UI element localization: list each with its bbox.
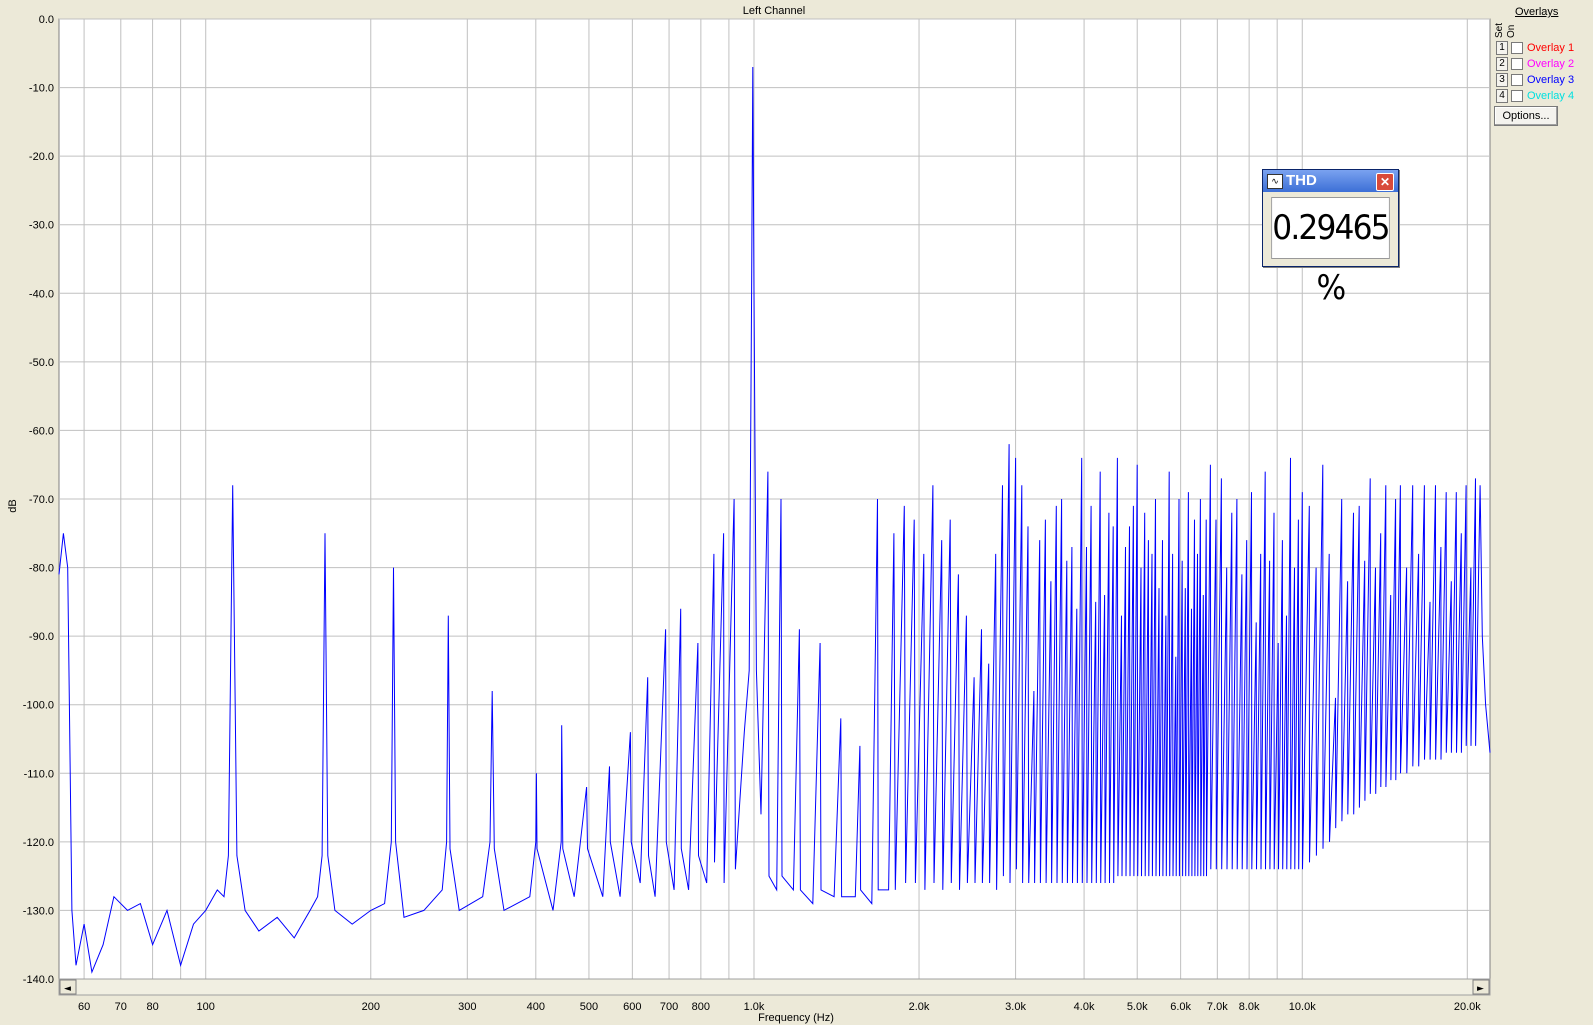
x-tick-label: 70: [115, 1001, 127, 1013]
options-button[interactable]: Options...: [1494, 106, 1558, 126]
x-tick-label: 800: [692, 1001, 710, 1013]
y-axis-label: dB: [7, 499, 19, 512]
waveform-icon: ∿: [1267, 174, 1283, 189]
overlay-row-2: 2 Overlay 2: [1496, 56, 1574, 71]
y-tick-label: -80.0: [29, 563, 54, 575]
overlay-on-checkbox-1[interactable]: [1511, 41, 1523, 54]
x-tick-label: 2.0k: [909, 1001, 930, 1013]
x-tick-label: 500: [580, 1001, 598, 1013]
thd-titlebar[interactable]: ∿ THD ✕: [1263, 170, 1398, 192]
y-tick-label: -70.0: [29, 494, 54, 506]
x-tick-label: 6.0k: [1170, 1001, 1191, 1013]
overlay-on-checkbox-2[interactable]: [1511, 57, 1523, 70]
y-tick-label: -30.0: [29, 220, 54, 232]
thd-title: THD: [1286, 172, 1317, 189]
overlays-set-header: Set: [1494, 22, 1505, 38]
x-axis-label: Frequency (Hz): [758, 1012, 834, 1024]
overlay-on-checkbox-4[interactable]: [1511, 89, 1523, 102]
overlay-set-button-1[interactable]: 1: [1496, 40, 1508, 55]
x-tick-label: 60: [78, 1001, 90, 1013]
y-tick-label: -50.0: [29, 357, 54, 369]
y-tick-label: -60.0: [29, 425, 54, 437]
y-tick-label: -110.0: [24, 768, 54, 780]
overlay-set-button-4[interactable]: 4: [1496, 88, 1508, 103]
overlays-panel: Overlays Set On 1 Overlay 1 2 Overlay 2 …: [1490, 0, 1593, 1025]
overlay-row-1: 1 Overlay 1: [1496, 40, 1574, 55]
overlay-label-4: Overlay 4: [1527, 89, 1575, 102]
x-tick-label: 4.0k: [1074, 1001, 1095, 1013]
overlay-on-checkbox-3[interactable]: [1511, 73, 1523, 86]
x-tick-label: 10.0k: [1289, 1001, 1316, 1013]
overlay-label-3: Overlay 3: [1527, 73, 1575, 86]
overlays-on-header: On: [1506, 24, 1517, 38]
y-tick-label: -90.0: [29, 631, 54, 643]
y-tick-label: 0.0: [39, 14, 54, 26]
x-tick-label: 20.0k: [1454, 1001, 1481, 1013]
overlay-row-4: 4 Overlay 4: [1496, 88, 1574, 103]
x-tick-label: 7.0k: [1207, 1001, 1228, 1013]
y-tick-labels: 0.0 -10.0 -20.0 -30.0 -40.0 -50.0 -60.0 -70.0 -8…: [23, 14, 54, 986]
thd-window[interactable]: ∿ THD ✕ 0.29465 %: [1262, 169, 1399, 308]
x-tick-label: 300: [458, 1001, 476, 1013]
scroll-left-arrow-icon: ◄: [64, 984, 71, 994]
y-tick-label: -10.0: [29, 83, 54, 95]
x-tick-label: 3.0k: [1005, 1001, 1026, 1013]
x-tick-label: 400: [527, 1001, 545, 1013]
y-tick-label: -40.0: [29, 288, 54, 300]
overlay-set-button-3[interactable]: 3: [1496, 72, 1508, 87]
y-tick-label: -130.0: [23, 905, 54, 917]
x-tick-label: 80: [146, 1001, 158, 1013]
x-tick-label: 100: [197, 1001, 215, 1013]
x-tick-label: 200: [362, 1001, 380, 1013]
scroll-right-arrow-icon: ►: [1477, 984, 1484, 994]
x-tick-label: 8.0k: [1239, 1001, 1260, 1013]
thd-value: 0.29465 %: [1271, 197, 1391, 308]
overlays-title[interactable]: Overlays: [1515, 6, 1558, 18]
spectrum-chart: 0.0 -10.0 -20.0 -30.0 -40.0 -50.0 -60.0 -70.0 -8…: [7, 5, 1491, 1024]
close-icon[interactable]: ✕: [1376, 173, 1394, 191]
horizontal-scrollbar[interactable]: [58, 978, 1491, 996]
x-tick-label: 700: [660, 1001, 678, 1013]
overlay-row-3: 3 Overlay 3: [1496, 72, 1574, 87]
y-tick-label: -140.0: [23, 974, 54, 986]
chart-title: Left Channel: [743, 5, 805, 17]
x-tick-label: 5.0k: [1127, 1001, 1148, 1013]
x-tick-label: 600: [623, 1001, 641, 1013]
overlay-label-1: Overlay 1: [1527, 41, 1575, 54]
overlay-set-button-2[interactable]: 2: [1496, 56, 1508, 71]
y-tick-label: -120.0: [23, 837, 54, 849]
overlay-label-2: Overlay 2: [1527, 57, 1575, 70]
y-tick-label: -20.0: [29, 151, 54, 163]
y-tick-label: -100.0: [23, 700, 54, 712]
